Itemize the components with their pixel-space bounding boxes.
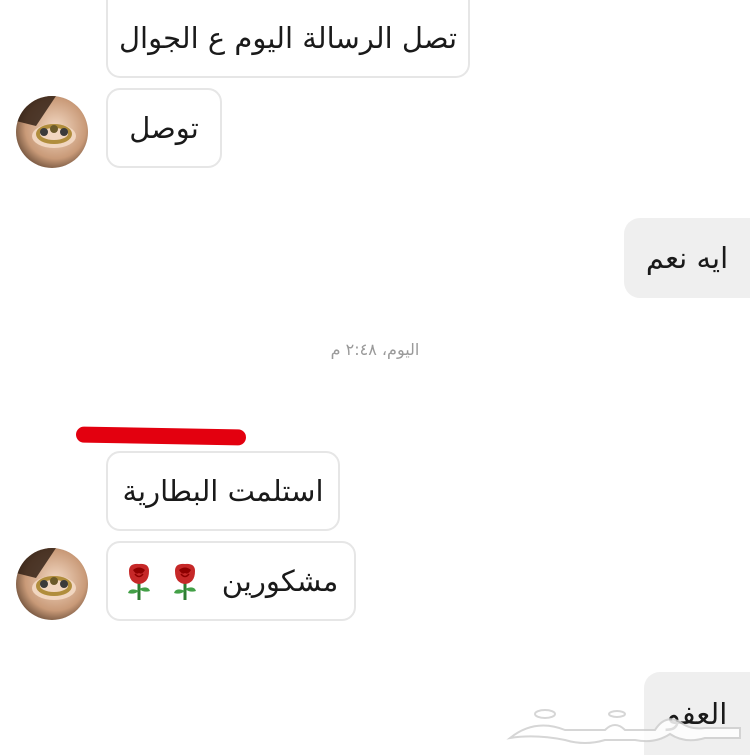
avatar-ring-photo-icon [16, 96, 88, 168]
incoming-message-bubble[interactable]: تصل الرسالة اليوم ع الجوال [106, 0, 470, 78]
timestamp: اليوم، ٢:٤٨ م [330, 340, 420, 359]
incoming-message-bubble[interactable]: استلمت البطارية [106, 451, 340, 531]
rose-emoji-group [124, 561, 200, 601]
outgoing-message-bubble[interactable]: ايه نعم [624, 218, 750, 298]
incoming-message-bubble[interactable]: مشكورين [106, 541, 356, 621]
message-text: ايه نعم [645, 241, 729, 275]
rose-icon [127, 563, 150, 600]
haraj-logo-watermark [506, 709, 741, 744]
message-text: استلمت البطارية [122, 474, 324, 508]
message-text: توصل [129, 111, 199, 145]
rose-icon [173, 563, 196, 600]
avatar-ring-photo-icon [16, 548, 88, 620]
redaction-mark [75, 426, 247, 446]
message-text: تصل الرسالة اليوم ع الجوال [118, 21, 458, 55]
message-text: مشكورين [221, 564, 339, 598]
avatar[interactable] [16, 548, 88, 620]
chat-thread: تصل الرسالة اليوم ع الجوال توصل ايه نعم … [0, 0, 750, 755]
avatar[interactable] [16, 96, 88, 168]
incoming-message-bubble[interactable]: توصل [106, 88, 222, 168]
